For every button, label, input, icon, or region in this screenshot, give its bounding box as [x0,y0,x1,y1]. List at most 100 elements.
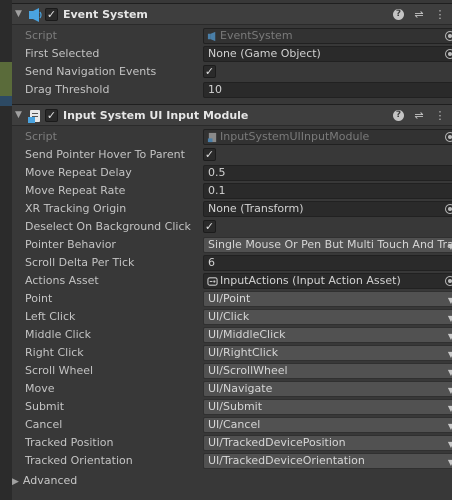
field-label: Scroll Wheel [25,364,94,377]
submit-action-dropdown[interactable]: UI/Submit ▼ [203,399,452,415]
row-middle-click: Middle Click UI/MiddleClick ▼ [25,326,452,344]
field-label: XR Tracking Origin [25,202,127,215]
fold-closed-icon[interactable]: ▶ [12,477,19,487]
component-title: Event System [63,8,148,21]
scroll-delta-input[interactable]: 6 [203,255,452,271]
advanced-foldout[interactable]: ▶ Advanced [12,474,77,487]
field-label: Deselect On Background Click [25,220,191,233]
script-icon [207,132,217,143]
scene-preview-strip-blue [0,96,12,106]
field-label: Script [25,130,57,143]
dropdown-arrow-icon: ▼ [448,330,452,342]
tracked-orientation-action-dropdown[interactable]: UI/TrackedDeviceOrientation ▼ [203,453,452,469]
presets-icon[interactable]: ⇌ [413,109,425,122]
row-xr-tracking-origin: XR Tracking Origin None (Transform) [25,200,452,218]
object-picker-icon[interactable] [445,204,452,214]
field-label: Right Click [25,346,84,359]
dropdown-arrow-icon: ▼ [448,312,452,324]
xr-tracking-origin-field[interactable]: None (Transform) [203,201,452,217]
component-enabled-checkbox[interactable]: ✓ [45,109,58,122]
left-click-action-dropdown[interactable]: UI/Click ▼ [203,309,452,325]
row-scroll-delta: Scroll Delta Per Tick 6 [25,254,452,272]
field-label: First Selected [25,47,100,60]
field-label: Left Click [25,310,76,323]
row-actions-asset: Actions Asset InputActions (Input Action… [25,272,452,290]
row-script: Script InputSystemUIInputModule [25,128,452,146]
dropdown-arrow-icon: ▼ [448,348,452,360]
row-point: Point UI/Point ▼ [25,290,452,308]
field-label: Middle Click [25,328,92,341]
dropdown-arrow-icon: ▼ [448,294,452,306]
field-label: Script [25,29,57,42]
tracked-position-action-dropdown[interactable]: UI/TrackedDevicePosition ▼ [203,435,452,451]
fold-open-icon[interactable]: ▼ [15,9,22,19]
fold-open-icon[interactable]: ▼ [15,110,22,120]
deselect-on-background-checkbox[interactable]: ✓ [203,220,216,233]
field-label: Point [25,292,53,305]
header-icons: ? ⇌ ⋮ [393,109,446,122]
drag-threshold-input[interactable]: 10 [203,82,452,98]
send-navigation-checkbox[interactable]: ✓ [203,65,216,78]
send-pointer-hover-checkbox[interactable]: ✓ [203,148,216,161]
right-click-action-dropdown[interactable]: UI/RightClick ▼ [203,345,452,361]
dropdown-arrow-icon: ▼ [448,438,452,450]
hierarchy-edge [0,0,12,500]
field-label: Move Repeat Rate [25,184,126,197]
row-drag-threshold: Drag Threshold 10 [25,81,452,99]
field-label: Actions Asset [25,274,99,287]
field-label: Pointer Behavior [25,238,116,251]
script-component-icon [28,110,40,123]
field-label: Tracked Orientation [25,454,133,467]
row-tracked-orientation: Tracked Orientation UI/TrackedDeviceOrie… [25,452,452,470]
field-label: Send Pointer Hover To Parent [25,148,185,161]
field-label: Drag Threshold [25,83,110,96]
row-pointer-behavior: Pointer Behavior Single Mouse Or Pen But… [25,236,452,254]
dropdown-arrow-icon: ▼ [448,384,452,396]
component-title: Input System UI Input Module [63,109,249,122]
input-module-header[interactable]: ▼ ✓ Input System UI Input Module ? ⇌ ⋮ [12,104,452,126]
row-send-navigation: Send Navigation Events ✓ [25,63,452,81]
row-move-repeat-delay: Move Repeat Delay 0.5 [25,164,452,182]
row-move: Move UI/Navigate ▼ [25,380,452,398]
pointer-behavior-dropdown[interactable]: Single Mouse Or Pen But Multi Touch And … [203,237,452,253]
row-move-repeat-rate: Move Repeat Rate 0.1 [25,182,452,200]
field-label: Cancel [25,418,63,431]
row-script: Script EventSystem [25,27,452,45]
first-selected-field[interactable]: None (Game Object) [203,46,452,62]
field-label: Move Repeat Delay [25,166,132,179]
event-system-header[interactable]: ▼ ✓ Event System ? ⇌ ⋮ [12,3,452,25]
dropdown-arrow-icon: ▼ [448,420,452,432]
header-icons: ? ⇌ ⋮ [393,8,446,21]
dropdown-arrow-icon: ▼ [448,366,452,378]
scroll-wheel-action-dropdown[interactable]: UI/ScrollWheel ▼ [203,363,452,379]
script-field[interactable]: InputSystemUIInputModule [203,129,452,145]
object-picker-icon[interactable] [445,276,452,286]
move-repeat-delay-input[interactable]: 0.5 [203,165,452,181]
move-action-dropdown[interactable]: UI/Navigate ▼ [203,381,452,397]
field-label: Submit [25,400,65,413]
context-menu-icon[interactable]: ⋮ [434,8,446,21]
context-menu-icon[interactable]: ⋮ [434,109,446,122]
cancel-action-dropdown[interactable]: UI/Cancel ▼ [203,417,452,433]
field-label: Tracked Position [25,436,114,449]
component-enabled-checkbox[interactable]: ✓ [45,8,58,21]
script-field[interactable]: EventSystem [203,28,452,44]
help-icon[interactable]: ? [393,9,404,20]
row-left-click: Left Click UI/Click ▼ [25,308,452,326]
advanced-label: Advanced [22,474,78,487]
dropdown-arrow-icon: ▼ [448,456,452,468]
field-label: Scroll Delta Per Tick [25,256,135,269]
row-right-click: Right Click UI/RightClick ▼ [25,344,452,362]
middle-click-action-dropdown[interactable]: UI/MiddleClick ▼ [203,327,452,343]
help-icon[interactable]: ? [393,110,404,121]
object-picker-icon[interactable] [445,31,452,41]
object-picker-icon[interactable] [445,132,452,142]
move-repeat-rate-input[interactable]: 0.1 [203,183,452,199]
actions-asset-field[interactable]: InputActions (Input Action Asset) [203,273,452,289]
row-submit: Submit UI/Submit ▼ [25,398,452,416]
object-picker-icon[interactable] [445,49,452,59]
point-action-dropdown[interactable]: UI/Point ▼ [203,291,452,307]
presets-icon[interactable]: ⇌ [413,8,425,21]
row-scroll-wheel: Scroll Wheel UI/ScrollWheel ▼ [25,362,452,380]
field-label: Move [25,382,55,395]
